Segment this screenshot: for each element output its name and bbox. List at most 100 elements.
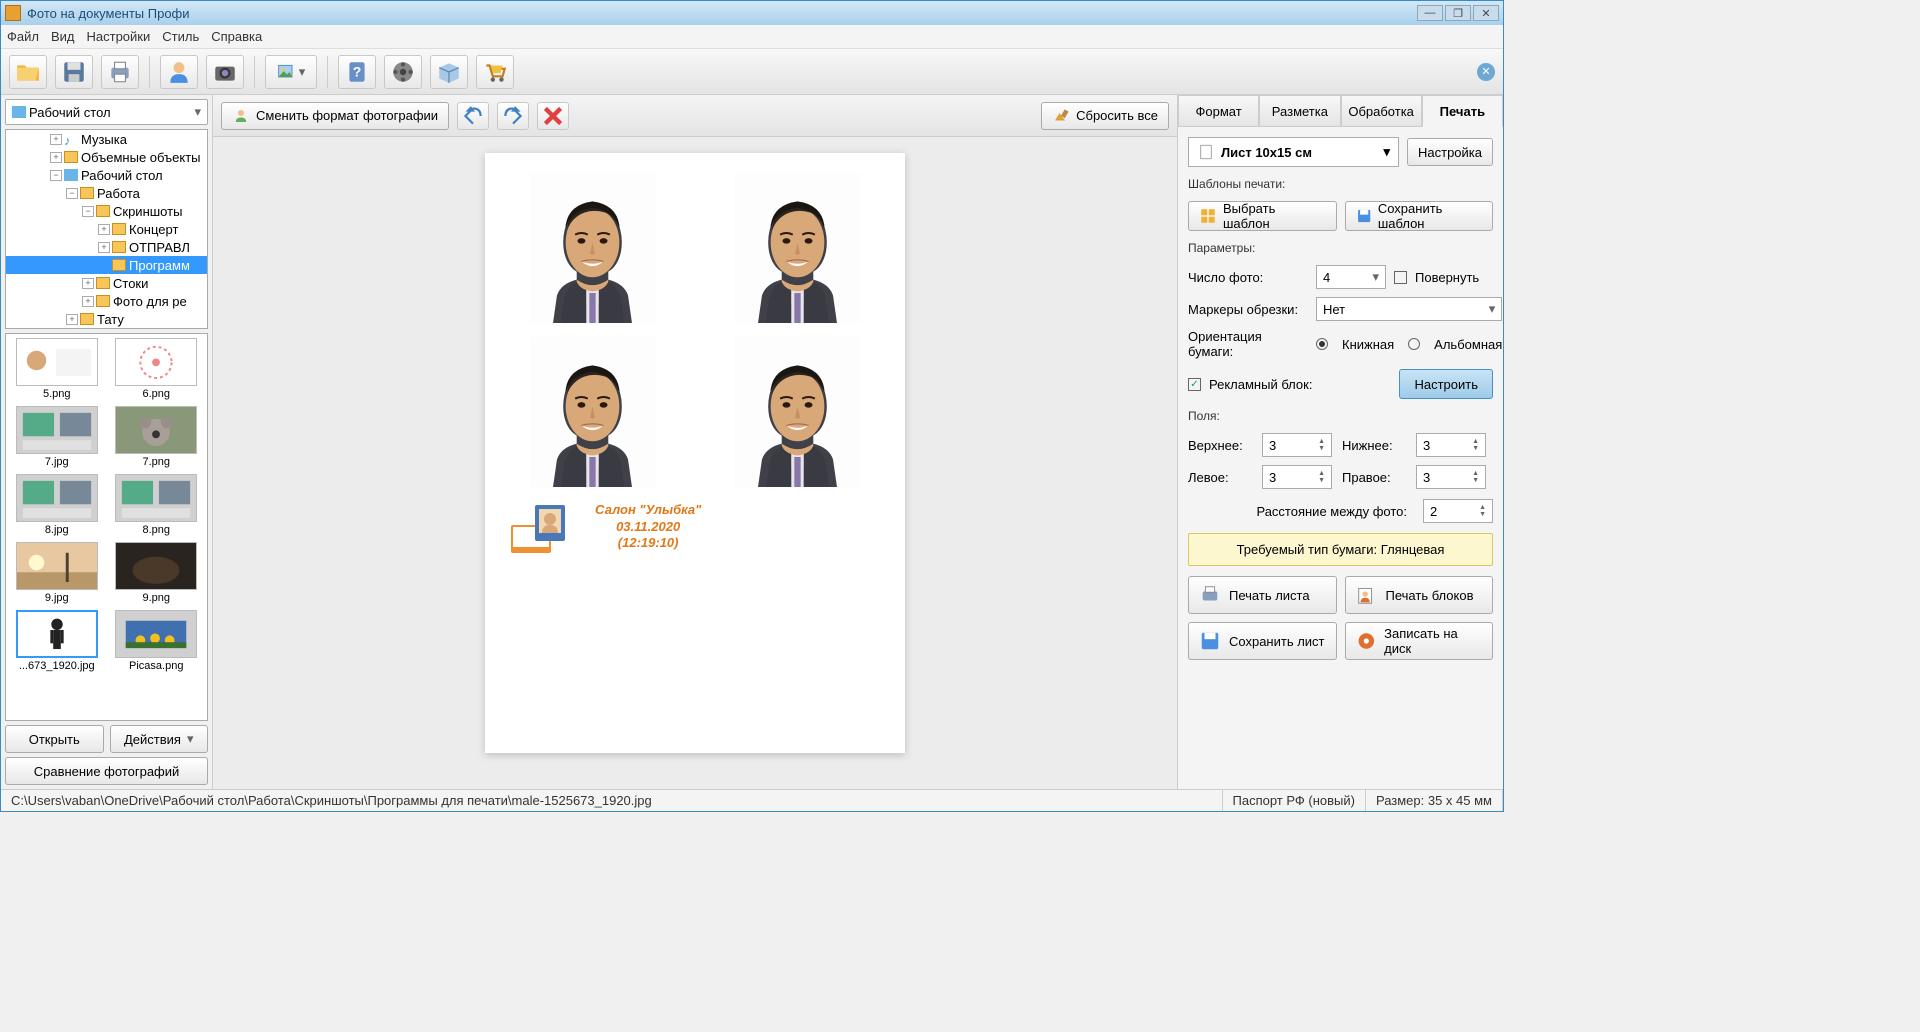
tab-print[interactable]: Печать [1422,95,1503,127]
margin-right-input[interactable]: 3▲▼ [1416,465,1486,489]
status-path: C:\Users\vaban\OneDrive\Рабочий стол\Раб… [1,790,1223,811]
thumbnail[interactable]: 7.jpg [10,406,104,468]
cart-button[interactable] [476,55,514,89]
status-size: Размер: 35 x 45 мм [1366,790,1503,811]
print-sheet-button[interactable]: Печать листа [1188,576,1337,614]
tree-item[interactable]: +Тату [6,310,207,328]
compare-button[interactable]: Сравнение фотографий [5,757,208,785]
actions-button[interactable]: Действия▾ [110,725,209,753]
thumbnail-grid[interactable]: 5.png6.png7.jpg7.png8.jpg8.png9.jpg9.png… [5,333,208,721]
menu-view[interactable]: Вид [51,29,75,44]
folder-tree[interactable]: +♪Музыка+Объемные объекты−Рабочий стол−Р… [5,129,208,329]
person-tool-button[interactable] [160,55,198,89]
count-label: Число фото: [1188,270,1308,285]
video-button[interactable] [384,55,422,89]
center-panel: Сменить формат фотографии Сбросить все [213,95,1177,789]
camera-button[interactable] [206,55,244,89]
templates-label: Шаблоны печати: [1188,177,1493,191]
print-blocks-button[interactable]: Печать блоков [1345,576,1494,614]
burn-disk-button[interactable]: Записать на диск [1345,622,1494,660]
close-button[interactable]: ✕ [1473,5,1499,21]
rotate-left-button[interactable] [457,102,489,130]
status-format: Паспорт РФ (новый) [1223,790,1366,811]
paper-type-note: Требуемый тип бумаги: Глянцевая [1188,533,1493,566]
thumbnail[interactable]: 8.jpg [10,474,104,536]
orient-landscape-radio[interactable] [1408,338,1420,350]
tree-item[interactable]: −Работа [6,184,207,202]
crop-select[interactable]: Нет▾ [1316,297,1502,321]
configure-button[interactable]: Настроить [1399,369,1493,399]
ad-text: Салон "Улыбка" 03.11.2020 (12:19:10) [595,502,701,553]
disk-icon [1356,630,1377,652]
params-label: Параметры: [1188,241,1493,255]
tab-process[interactable]: Обработка [1341,95,1422,127]
package-button[interactable] [430,55,468,89]
menu-settings[interactable]: Настройки [87,29,151,44]
orient-portrait-radio[interactable] [1316,338,1328,350]
rotate-checkbox[interactable] [1394,271,1407,284]
open-folder-button[interactable] [9,55,47,89]
maximize-button[interactable]: ❐ [1445,5,1471,21]
change-format-button[interactable]: Сменить формат фотографии [221,102,449,130]
passport-photo [710,173,885,323]
gap-input[interactable]: 2▲▼ [1423,499,1493,523]
printer-icon [1199,584,1221,606]
margin-bottom-input[interactable]: 3▲▼ [1416,433,1486,457]
menu-style[interactable]: Стиль [162,29,199,44]
tab-layout[interactable]: Разметка [1259,95,1340,127]
chevron-down-icon: ▾ [194,104,201,120]
tab-format[interactable]: Формат [1178,95,1259,127]
tree-item[interactable]: Программ [6,256,207,274]
sheet-select[interactable]: Лист 10x15 см▾ [1188,137,1399,167]
margin-top-input[interactable]: 3▲▼ [1262,433,1332,457]
close-panel-icon[interactable]: ✕ [1477,63,1495,81]
tree-item[interactable]: +Стоки [6,274,207,292]
save-template-button[interactable]: Сохранить шаблон [1345,201,1494,231]
margin-left-input[interactable]: 3▲▼ [1262,465,1332,489]
passport-photo [505,173,680,323]
save-button[interactable] [55,55,93,89]
menu-help[interactable]: Справка [211,29,262,44]
window-title: Фото на документы Профи [27,6,190,21]
thumbnail[interactable]: ...673_1920.jpg [10,610,104,672]
open-button[interactable]: Открыть [5,725,104,753]
tree-item[interactable]: −Скриншоты [6,202,207,220]
right-panel: Формат Разметка Обработка Печать Лист 10… [1177,95,1503,789]
thumbnail[interactable]: 6.png [110,338,204,400]
save-sheet-button[interactable]: Сохранить лист [1188,622,1337,660]
ad-icon [505,497,575,557]
thumbnail[interactable]: Picasa.png [110,610,204,672]
tree-item[interactable]: +Объемные объекты [6,148,207,166]
print-button[interactable] [101,55,139,89]
app-icon [5,5,21,21]
tree-item[interactable]: +Концерт [6,220,207,238]
thumbnail[interactable]: 9.png [110,542,204,604]
delete-button[interactable] [537,102,569,130]
orient-label: Ориентация бумаги: [1188,329,1308,359]
menu-file[interactable]: Файл [7,29,39,44]
thumbnail[interactable]: 9.jpg [10,542,104,604]
tree-item[interactable]: +♪Музыка [6,130,207,148]
reset-all-button[interactable]: Сбросить все [1041,102,1169,130]
sheet-settings-button[interactable]: Настройка [1407,138,1493,166]
save-icon [1199,630,1221,652]
fields-label: Поля: [1188,409,1493,423]
count-select[interactable]: 4▾ [1316,265,1386,289]
tree-item[interactable]: +Фото для ре [6,292,207,310]
thumbnail[interactable]: 7.png [110,406,204,468]
help-button[interactable]: ? [338,55,376,89]
print-sheet: Салон "Улыбка" 03.11.2020 (12:19:10) [485,153,905,753]
sheet-icon [1197,143,1215,161]
rotate-right-button[interactable] [497,102,529,130]
tree-item[interactable]: −Рабочий стол [6,166,207,184]
statusbar: C:\Users\vaban\OneDrive\Рабочий стол\Раб… [1,789,1503,811]
thumbnail[interactable]: 8.png [110,474,204,536]
choose-template-button[interactable]: Выбрать шаблон [1188,201,1337,231]
passport-photo [710,337,885,487]
tree-item[interactable]: +ОТПРАВЛ [6,238,207,256]
minimize-button[interactable]: — [1417,5,1443,21]
image-dropdown-button[interactable]: ▾ [265,55,317,89]
thumbnail[interactable]: 5.png [10,338,104,400]
location-combo[interactable]: Рабочий стол ▾ [5,99,208,125]
ad-block-checkbox[interactable]: ✓ [1188,378,1201,391]
